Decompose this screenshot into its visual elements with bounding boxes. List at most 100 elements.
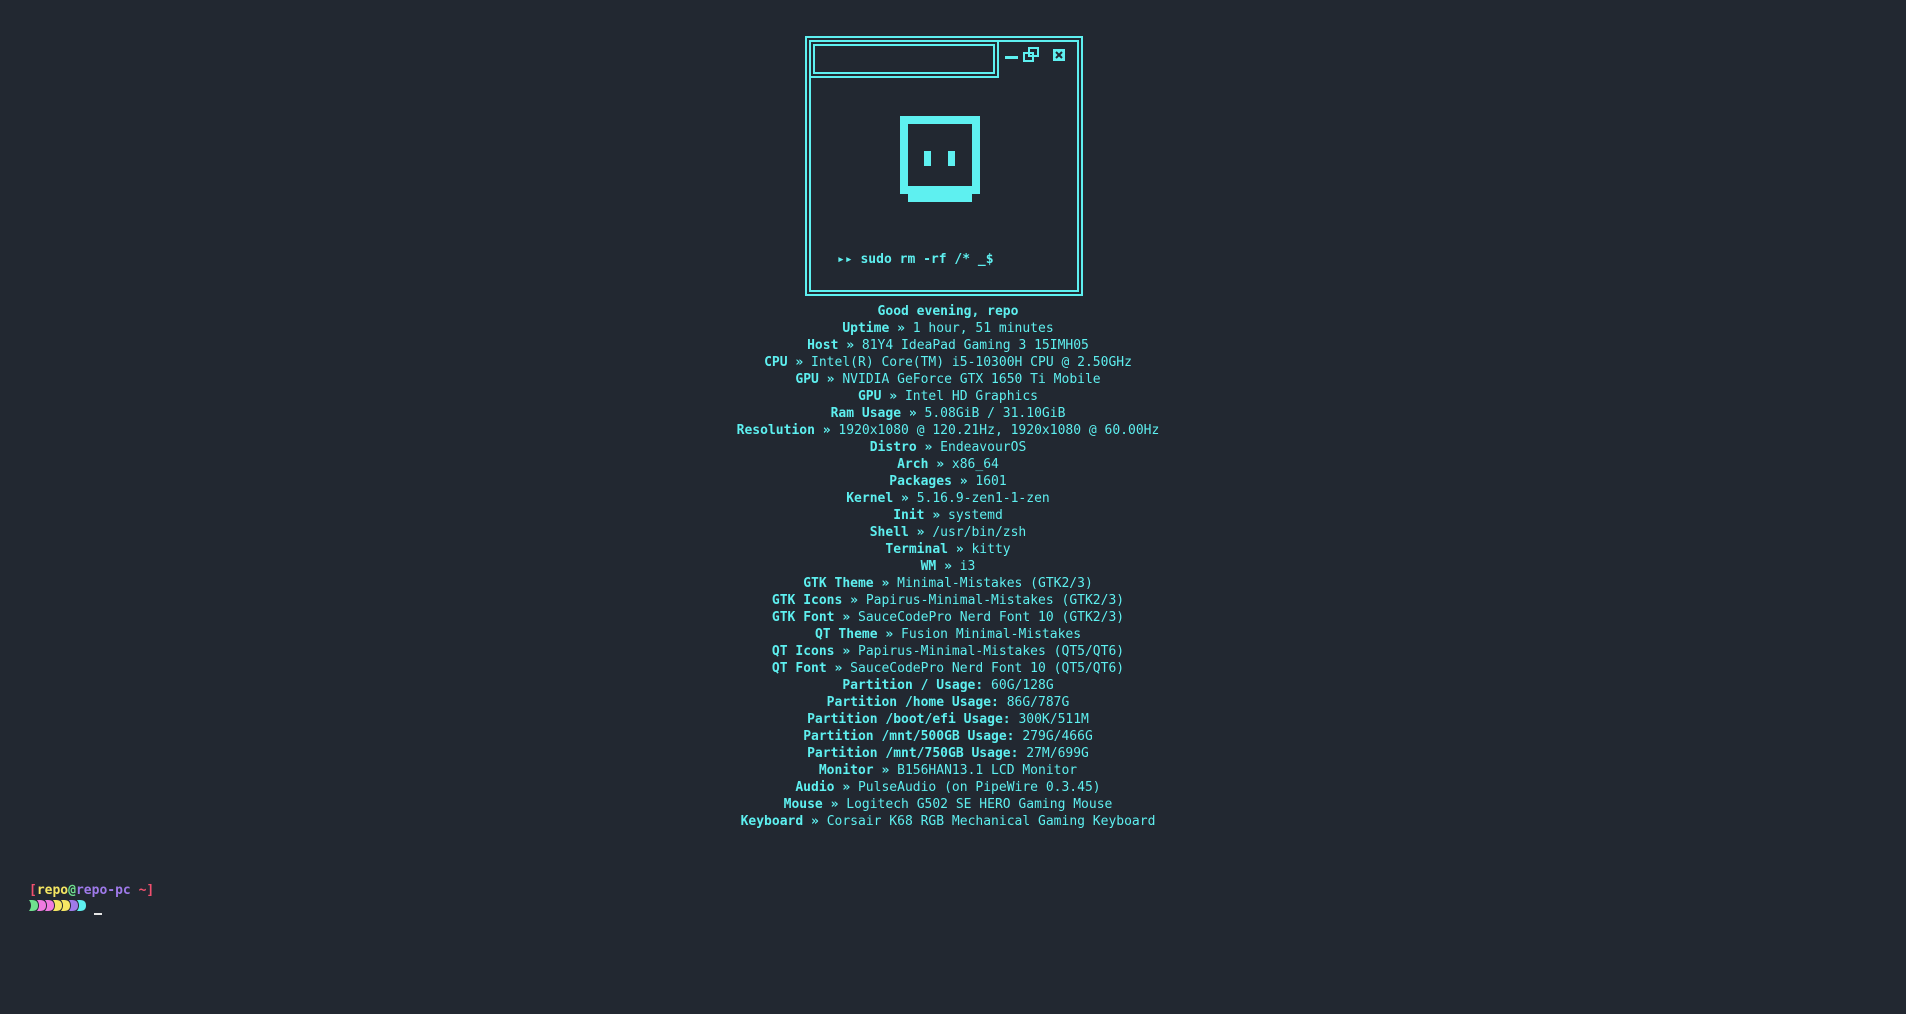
info-row: GTK Icons » Papirus-Minimal-Mistakes (GT…: [0, 592, 1896, 609]
info-key: Partition / Usage:: [842, 678, 984, 693]
info-key: Mouse: [783, 797, 823, 812]
info-value: NVIDIA GeForce GTX 1650 Ti Mobile: [842, 372, 1101, 387]
info-separator: »: [908, 525, 933, 540]
info-key: Partition /boot/efi Usage:: [807, 712, 1011, 727]
info-key: GTK Icons: [771, 593, 843, 608]
info-key: Partition /mnt/500GB Usage:: [803, 729, 1015, 744]
info-row: Arch » x86_64: [0, 456, 1896, 473]
info-row: Audio » PulseAudio (on PipeWire 0.3.45): [0, 779, 1896, 796]
info-value: 5.16.9-zen1-1-zen: [916, 491, 1050, 506]
prompt-input-line[interactable]: [29, 899, 154, 916]
info-separator: »: [901, 406, 925, 421]
info-value: B156HAN13.1 LCD Monitor: [897, 763, 1078, 778]
info-row: Partition /boot/efi Usage: 300K/511M: [0, 711, 1896, 728]
info-value: Fusion Minimal-Mistakes: [901, 627, 1082, 642]
info-value: Minimal-Mistakes (GTK2/3): [897, 576, 1093, 591]
info-value: PulseAudio (on PipeWire 0.3.45): [857, 780, 1101, 795]
info-separator: »: [924, 508, 948, 523]
info-key: Resolution: [736, 423, 815, 438]
info-separator: »: [948, 542, 972, 557]
info-row: GPU » Intel HD Graphics: [0, 388, 1896, 405]
info-key: Packages: [889, 474, 952, 489]
prompt-chevrons: [29, 899, 86, 916]
info-separator: »: [928, 457, 952, 472]
info-value: SauceCodePro Nerd Font 10 (QT5/QT6): [850, 661, 1125, 676]
prompt-line: [repo@repo-pc ~]: [29, 882, 154, 899]
info-key: GTK Font: [771, 610, 835, 625]
info-key: Uptime: [842, 321, 890, 336]
info-key: QT Theme: [814, 627, 878, 642]
info-key: Partition /mnt/750GB Usage:: [807, 746, 1019, 761]
info-separator: »: [803, 814, 827, 829]
info-value: Intel(R) Core(TM) i5-10300H CPU @ 2.50GH…: [811, 355, 1132, 370]
info-row: QT Icons » Papirus-Minimal-Mistakes (QT5…: [0, 643, 1896, 660]
info-row: Ram Usage » 5.08GiB / 31.10GiB: [0, 405, 1896, 422]
info-value: Papirus-Minimal-Mistakes (GTK2/3): [865, 593, 1125, 608]
info-separator: »: [826, 661, 851, 676]
info-separator: »: [877, 627, 902, 642]
info-separator: »: [936, 559, 960, 574]
info-value: 1 hour, 51 minutes: [912, 321, 1054, 336]
text-cursor: [94, 912, 102, 915]
info-value: /usr/bin/zsh: [932, 525, 1027, 540]
info-row: WM » i3: [0, 558, 1896, 575]
info-row: CPU » Intel(R) Core(TM) i5-10300H CPU @ …: [0, 354, 1896, 371]
info-key: Monitor: [818, 763, 874, 778]
info-value: i3: [959, 559, 976, 574]
info-separator: »: [889, 321, 913, 336]
info-key: Host: [807, 338, 839, 353]
info-separator: »: [873, 576, 898, 591]
prompt-open-bracket: [: [29, 883, 37, 898]
info-value: kitty: [971, 542, 1011, 557]
info-row: Partition /home Usage: 86G/787G: [0, 694, 1896, 711]
info-row: Host » 81Y4 IdeaPad Gaming 3 15IMH05: [0, 337, 1896, 354]
info-row: QT Font » SauceCodePro Nerd Font 10 (QT5…: [0, 660, 1896, 677]
prompt-user: repo: [36, 883, 69, 898]
info-key: Partition /home Usage:: [826, 695, 999, 710]
info-row: GTK Theme » Minimal-Mistakes (GTK2/3): [0, 575, 1896, 592]
info-separator: »: [881, 389, 905, 404]
minimize-icon: [1005, 56, 1018, 59]
info-separator: »: [951, 474, 976, 489]
info-list: Uptime » 1 hour, 51 minutes Host » 81Y4 I…: [0, 320, 1896, 830]
face-icon: [900, 116, 980, 202]
info-separator: »: [834, 780, 858, 795]
shell-prompt[interactable]: [repo@repo-pc ~]: [29, 882, 154, 916]
info-separator: »: [893, 491, 917, 506]
info-row: Packages » 1601: [0, 473, 1896, 490]
info-value: SauceCodePro Nerd Font 10 (GTK2/3): [858, 610, 1125, 625]
info-value: 279G/466G: [1022, 729, 1093, 744]
info-key: QT Icons: [771, 644, 835, 659]
info-separator: [999, 695, 1007, 710]
prompt-dir: ~: [130, 883, 147, 898]
info-value: Corsair K68 RGB Mechanical Gaming Keyboa…: [826, 814, 1156, 829]
info-separator: »: [873, 763, 898, 778]
info-row: Partition /mnt/750GB Usage: 27M/699G: [0, 745, 1896, 762]
info-value: systemd: [948, 508, 1003, 523]
info-row: Monitor » B156HAN13.1 LCD Monitor: [0, 762, 1896, 779]
info-key: QT Font: [771, 661, 827, 676]
logo-command-text: ▸▸ sudo rm -rf /* _$: [837, 252, 994, 267]
info-row: Uptime » 1 hour, 51 minutes: [0, 320, 1896, 337]
prompt-close-bracket: ]: [146, 883, 155, 898]
info-row: GTK Font » SauceCodePro Nerd Font 10 (GT…: [0, 609, 1896, 626]
info-key: Arch: [897, 457, 929, 472]
info-key: WM: [920, 559, 937, 574]
info-separator: »: [834, 644, 858, 659]
info-value: Intel HD Graphics: [904, 389, 1039, 404]
info-key: Keyboard: [740, 814, 804, 829]
terminal-window[interactable]: ▸▸ sudo rm -rf /* _$ Good evening, repo …: [0, 0, 1906, 1014]
info-value: Papirus-Minimal-Mistakes (QT5/QT6): [858, 644, 1125, 659]
info-separator: »: [842, 593, 866, 608]
info-row: Partition / Usage: 60G/128G: [0, 677, 1896, 694]
info-value: 81Y4 IdeaPad Gaming 3 15IMH05: [861, 338, 1089, 353]
info-separator: »: [916, 440, 941, 455]
info-row: Keyboard » Corsair K68 RGB Mechanical Ga…: [0, 813, 1896, 830]
info-key: Ram Usage: [830, 406, 902, 421]
info-value: x86_64: [951, 457, 999, 472]
info-row: Kernel » 5.16.9-zen1-1-zen: [0, 490, 1896, 507]
info-value: 86G/787G: [1006, 695, 1070, 710]
info-key: Audio: [795, 780, 835, 795]
info-separator: [983, 678, 991, 693]
info-row: Shell » /usr/bin/zsh: [0, 524, 1896, 541]
